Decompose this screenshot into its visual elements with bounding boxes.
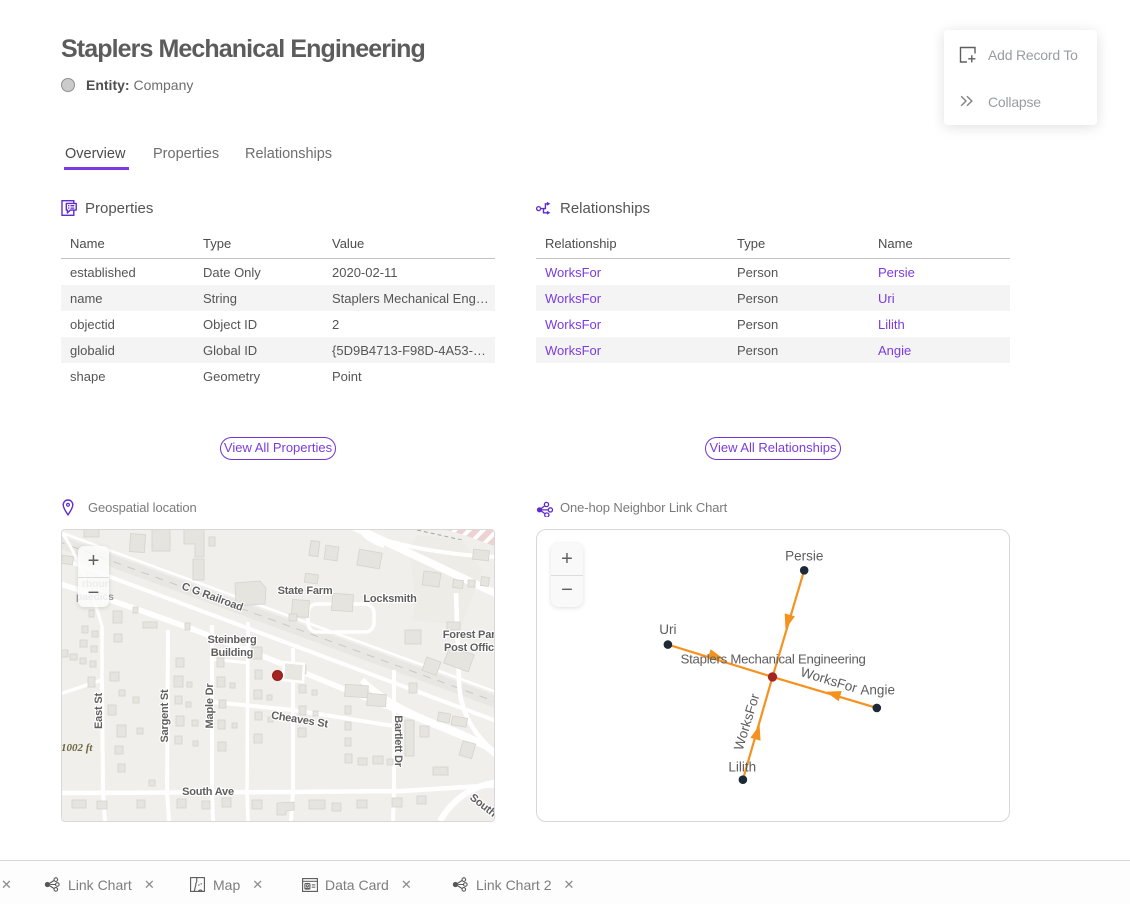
svg-text:1002 ft: 1002 ft bbox=[62, 742, 93, 754]
svg-text:Staplers Mechanical Engineerin: Staplers Mechanical Engineering bbox=[681, 652, 866, 667]
svg-text:Bartlett Dr: Bartlett Dr bbox=[392, 715, 404, 768]
svg-text:Lilith: Lilith bbox=[728, 760, 756, 775]
svg-text:Angie: Angie bbox=[860, 682, 895, 697]
svg-text:WorksFor: WorksFor bbox=[799, 664, 860, 696]
svg-text:Steinberg: Steinberg bbox=[208, 634, 257, 646]
svg-text:South Ave: South Ave bbox=[182, 786, 234, 798]
svg-text:WorksFor: WorksFor bbox=[731, 691, 763, 752]
svg-text:Forest Par: Forest Par bbox=[443, 629, 494, 641]
svg-text:East St: East St bbox=[93, 693, 105, 729]
svg-text:State Farm: State Farm bbox=[278, 585, 333, 597]
svg-text:Maple Dr: Maple Dr bbox=[204, 683, 216, 729]
svg-text:Locksmith: Locksmith bbox=[363, 593, 417, 605]
svg-text:Post Offic: Post Offic bbox=[444, 642, 494, 654]
svg-text:Sargent St: Sargent St bbox=[159, 689, 171, 743]
svg-text:Uri: Uri bbox=[659, 622, 676, 637]
svg-text:Building: Building bbox=[211, 647, 253, 659]
svg-text:Persie: Persie bbox=[785, 549, 823, 564]
